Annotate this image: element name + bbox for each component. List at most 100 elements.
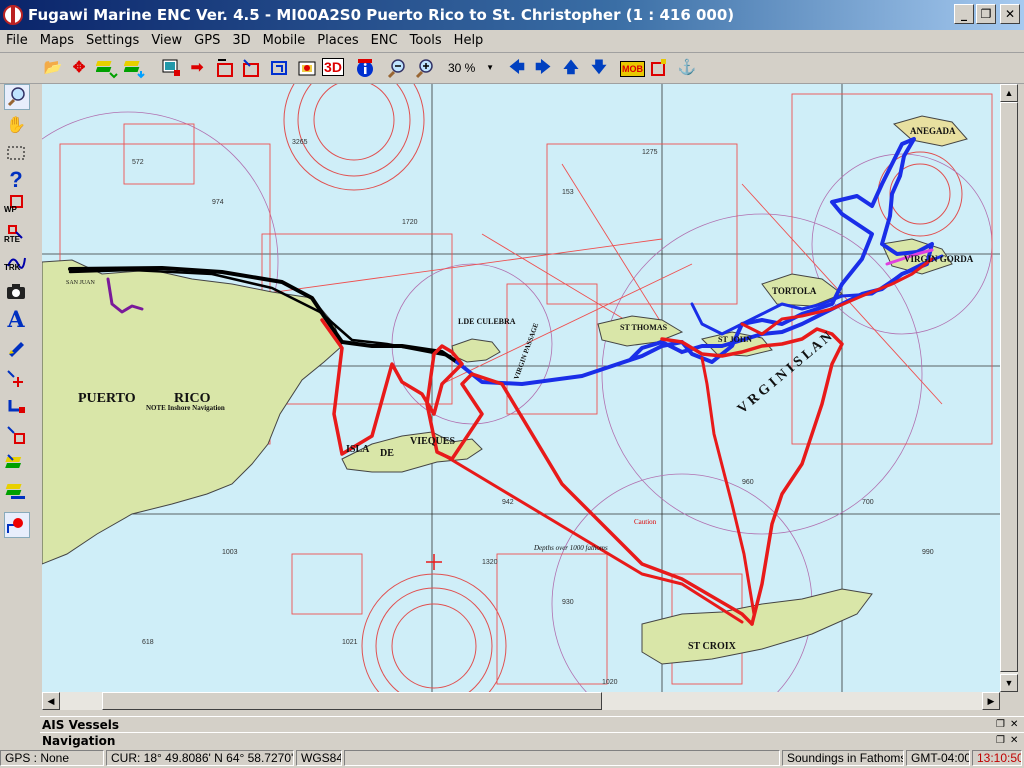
- svg-text:572: 572: [132, 159, 144, 166]
- screen-icon[interactable]: [160, 57, 182, 79]
- ais-vessels-title: AIS Vessels: [42, 718, 120, 732]
- panel-float-icon[interactable]: ❐: [996, 718, 1005, 732]
- label-anegada: ANEGADA: [910, 126, 956, 136]
- nautical-chart-canvas[interactable]: PUERTO RICO ISLA DE VIEQUES ST CROIX TOR…: [42, 84, 1000, 692]
- delete-point-icon[interactable]: [4, 424, 28, 448]
- status-bar: GPS : None CUR: 18° 49.8086' N 64° 58.72…: [0, 748, 1024, 768]
- restore-button[interactable]: ❐: [976, 4, 996, 24]
- scroll-up-icon[interactable]: ▲: [1000, 84, 1018, 102]
- scroll-down-icon[interactable]: ▼: [1000, 674, 1018, 692]
- arrow-right-icon[interactable]: 🡆: [532, 57, 554, 79]
- goto-arrow-icon[interactable]: ➡: [186, 57, 208, 79]
- mark-icon[interactable]: [648, 57, 670, 79]
- svg-text:1003: 1003: [222, 549, 238, 556]
- horizontal-scroll-thumb[interactable]: [102, 692, 602, 710]
- label-tortola: TORTOLA: [772, 286, 817, 296]
- status-empty: [344, 750, 780, 766]
- track-label: TRK: [4, 263, 21, 272]
- label-st-john: ST JOHN: [718, 335, 752, 344]
- pencil-icon[interactable]: [4, 336, 28, 360]
- panel-close-icon[interactable]: ✕: [1010, 734, 1018, 748]
- layers-icon[interactable]: [95, 57, 118, 79]
- map-tile-icon[interactable]: [296, 57, 318, 79]
- left-toolbar: ✋ ? WP RTE TRK A: [0, 84, 40, 544]
- man-overboard-button[interactable]: MOB: [620, 57, 645, 79]
- layers-down-icon[interactable]: [123, 57, 146, 79]
- svg-text:1320: 1320: [482, 559, 498, 566]
- svg-text:960: 960: [742, 479, 754, 486]
- arrow-up-icon[interactable]: 🡅: [560, 57, 582, 79]
- menu-tools[interactable]: Tools: [404, 30, 448, 52]
- insert-point-icon[interactable]: [4, 396, 28, 420]
- help-question-icon[interactable]: ?: [4, 168, 28, 192]
- fugawi-app-icon[interactable]: [3, 5, 23, 25]
- svg-text:930: 930: [562, 599, 574, 606]
- title-bar: Fugawi Marine ENC Ver. 4.5 - MI00A2S0 Pu…: [0, 0, 1024, 30]
- arrow-left-icon[interactable]: 🡄: [506, 57, 528, 79]
- minimize-button[interactable]: _: [954, 4, 974, 24]
- pan-arrows-icon[interactable]: ✥: [68, 57, 90, 79]
- menu-mobile[interactable]: Mobile: [257, 30, 312, 52]
- soundings-units: Soundings in Fathoms: [782, 750, 904, 766]
- layer-green-icon[interactable]: [4, 452, 28, 476]
- zoom-value: 30 %: [448, 61, 476, 75]
- three-d-view-icon[interactable]: 3D: [322, 57, 344, 79]
- chart-select-icon[interactable]: [240, 57, 262, 79]
- arrow-down-icon[interactable]: 🡇: [588, 57, 610, 79]
- track-icon[interactable]: TRK: [4, 252, 28, 276]
- label-virgin-gorda: VIRGIN GORDA: [904, 254, 974, 264]
- menu-places[interactable]: Places: [311, 30, 364, 52]
- info-icon[interactable]: [354, 57, 376, 79]
- horizontal-scrollbar[interactable]: ◀ ▶: [42, 692, 1000, 710]
- clock-display: 13:10:50: [972, 750, 1022, 766]
- waypoint-icon[interactable]: WP: [4, 194, 28, 218]
- record-track-icon[interactable]: [4, 512, 30, 538]
- camera-icon[interactable]: [4, 280, 28, 304]
- panel-float-icon[interactable]: ❐: [996, 734, 1005, 748]
- menu-help[interactable]: Help: [448, 30, 490, 52]
- svg-text:1021: 1021: [342, 639, 358, 646]
- layer-stack-icon[interactable]: [4, 480, 28, 504]
- label-note-inshore: NOTE Inshore Navigation: [146, 404, 225, 412]
- menu-maps[interactable]: Maps: [34, 30, 80, 52]
- route-icon[interactable]: RTE: [4, 224, 28, 248]
- menu-file[interactable]: File: [0, 30, 34, 52]
- cursor-position: CUR: 18° 49.8086' N 64° 58.7270' W: [106, 750, 294, 766]
- open-folder-icon[interactable]: 📂: [42, 57, 64, 79]
- vertical-scroll-thumb[interactable]: [1000, 102, 1018, 672]
- zoom-tool-icon[interactable]: [4, 84, 30, 110]
- menu-settings[interactable]: Settings: [80, 30, 145, 52]
- menu-enc[interactable]: ENC: [365, 30, 404, 52]
- text-tool-icon[interactable]: A: [4, 308, 28, 332]
- svg-text:990: 990: [922, 549, 934, 556]
- scroll-right-icon[interactable]: ▶: [982, 692, 1000, 710]
- menu-gps[interactable]: GPS: [188, 30, 226, 52]
- zoom-in-icon[interactable]: [414, 57, 436, 79]
- gps-status: GPS : None: [0, 750, 104, 766]
- menu-view[interactable]: View: [145, 30, 188, 52]
- svg-text:1020: 1020: [602, 679, 618, 686]
- chart-view[interactable]: PUERTO RICO ISLA DE VIEQUES ST CROIX TOR…: [42, 84, 1000, 692]
- svg-text:3265: 3265: [292, 139, 308, 146]
- vertical-scrollbar[interactable]: ▲ ▼: [1000, 84, 1018, 692]
- chart-window-icon[interactable]: [214, 57, 236, 79]
- zoom-select[interactable]: 30 % ▼: [440, 58, 498, 78]
- scroll-left-icon[interactable]: ◀: [42, 692, 60, 710]
- main-toolbar: 📂 ✥ ➡ 3D 🡄 🡆 🡅 🡇 MOB ⚓: [0, 53, 1024, 84]
- label-caution: Caution: [634, 518, 657, 526]
- marquee-select-icon[interactable]: [4, 142, 28, 166]
- waypoint-label: WP: [4, 205, 17, 214]
- chart-refresh-icon[interactable]: [268, 57, 290, 79]
- hand-pan-icon[interactable]: ✋: [4, 114, 28, 138]
- timezone-display: GMT-04:00: [906, 750, 970, 766]
- menu-3d[interactable]: 3D: [226, 30, 256, 52]
- panel-close-icon[interactable]: ✕: [1010, 718, 1018, 732]
- move-waypoint-icon[interactable]: [4, 368, 28, 392]
- label-isla: ISLA: [346, 444, 370, 455]
- label-de: DE: [380, 448, 394, 459]
- menu-bar: File Maps Settings View GPS 3D Mobile Places ENC…: [0, 30, 1024, 53]
- zoom-out-icon[interactable]: [386, 57, 408, 79]
- svg-text:1720: 1720: [402, 219, 418, 226]
- close-button[interactable]: ✕: [1000, 4, 1020, 24]
- anchor-icon[interactable]: ⚓: [676, 57, 698, 79]
